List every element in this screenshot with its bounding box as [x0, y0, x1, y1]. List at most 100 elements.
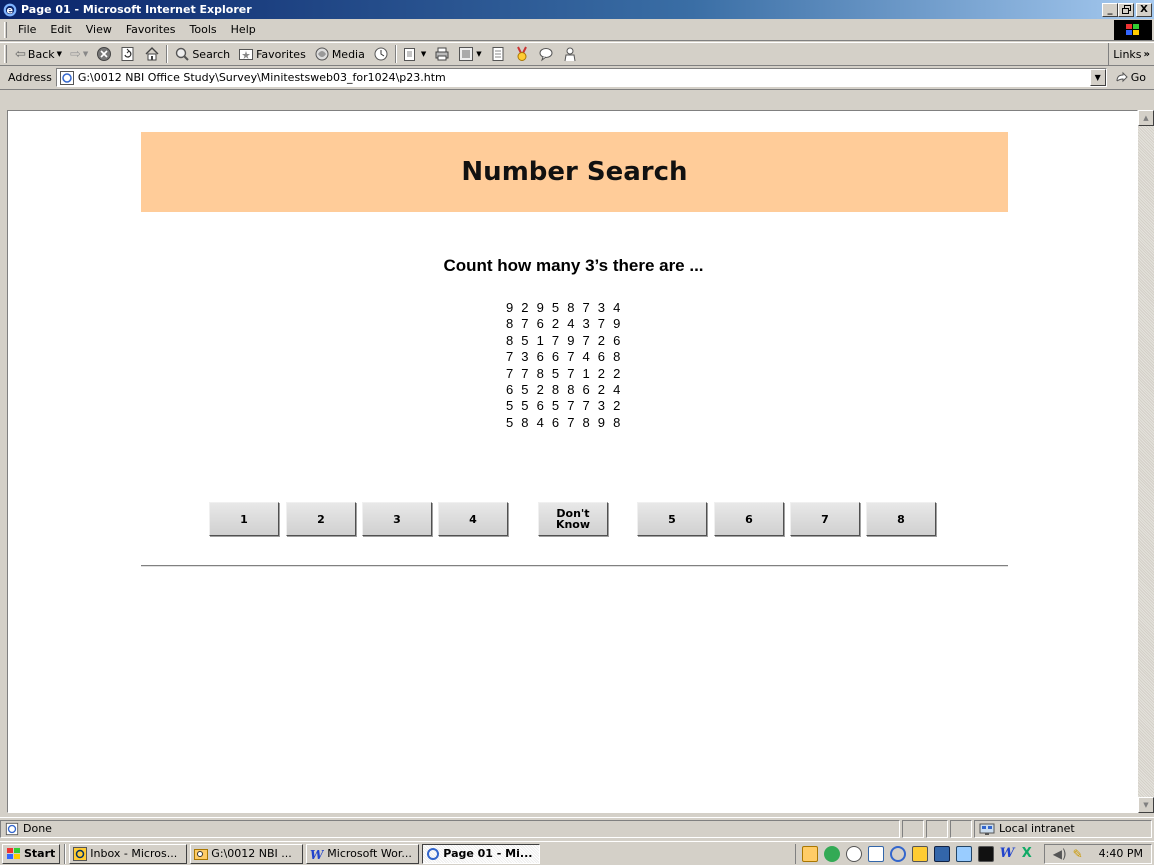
- window-title-bar[interactable]: e Page 01 - Microsoft Internet Explorer …: [0, 0, 1154, 19]
- answer-button-7[interactable]: 7: [790, 502, 860, 536]
- go-label: Go: [1130, 71, 1146, 84]
- taskbar-item-ie[interactable]: Page 01 - Mi...: [422, 843, 541, 864]
- stopwatch-icon[interactable]: [845, 845, 862, 862]
- home-button[interactable]: [140, 43, 164, 65]
- address-field[interactable]: G:\0012 NBI Office Study\Survey\Minitest…: [55, 68, 1107, 87]
- address-value: G:\0012 NBI Office Study\Survey\Minitest…: [77, 71, 446, 84]
- clock[interactable]: 4:40 PM: [1099, 847, 1143, 860]
- calculator-icon[interactable]: [933, 845, 950, 862]
- grid-digit: 6: [551, 414, 560, 430]
- answer-button-6[interactable]: 6: [714, 502, 784, 536]
- security-zone-panel[interactable]: Local intranet: [974, 819, 1152, 838]
- close-button[interactable]: X: [1136, 2, 1152, 17]
- grid-row: 85179726: [506, 333, 628, 349]
- standard-toolbar: ⇦ Back ▼ ⇨ ▼ Search Favorites Media ▼ ▼: [0, 42, 1154, 66]
- menu-view[interactable]: View: [79, 23, 119, 36]
- back-button[interactable]: ⇦ Back ▼: [11, 43, 66, 65]
- contacts-button[interactable]: [558, 43, 582, 65]
- taskbar-item-folder[interactable]: G:\0012 NBI ...: [190, 843, 304, 864]
- history-icon: [374, 47, 388, 61]
- excel-icon[interactable]: X: [1022, 846, 1038, 862]
- status-cell: [950, 819, 972, 838]
- links-label: Links: [1113, 47, 1142, 61]
- messenger-button[interactable]: [534, 43, 558, 65]
- grid-digit: 6: [613, 332, 621, 348]
- answer-button-5[interactable]: 5: [637, 502, 707, 536]
- taskbar-item-inbox[interactable]: Inbox - Micros...: [69, 843, 188, 864]
- status-text: Done: [23, 822, 52, 835]
- edit-page-icon: [459, 47, 474, 61]
- menu-edit[interactable]: Edit: [43, 23, 78, 36]
- mail-icon: [403, 48, 415, 61]
- refresh-button[interactable]: [116, 43, 140, 65]
- grid-digit: 8: [506, 316, 514, 332]
- notepad-icon[interactable]: [955, 845, 972, 862]
- task-instruction: Count how many 3’s there are ...: [443, 256, 704, 275]
- go-button[interactable]: Go: [1111, 71, 1154, 85]
- word-icon[interactable]: W: [1000, 846, 1016, 862]
- grid-digit: 3: [597, 300, 606, 315]
- search-button[interactable]: Search: [170, 43, 234, 65]
- grid-digit: 2: [597, 365, 606, 381]
- home-icon: [145, 47, 159, 61]
- favorites-button[interactable]: Favorites: [234, 43, 310, 65]
- answer-button-3[interactable]: 3: [362, 502, 432, 536]
- tray-app-icon[interactable]: ✎: [1073, 847, 1083, 861]
- media-button[interactable]: Media: [310, 43, 369, 65]
- medal-icon: [516, 46, 527, 61]
- forward-button[interactable]: ⇨ ▼: [66, 43, 92, 65]
- mail-button[interactable]: ▼: [399, 43, 430, 65]
- grid-digit: 8: [521, 414, 529, 430]
- answer-button-2[interactable]: 2: [286, 502, 356, 536]
- grid-digit: 4: [567, 316, 575, 332]
- number-grid: 9295873487624379851797267366746877857122…: [506, 300, 628, 431]
- grid-digit: 5: [506, 414, 514, 430]
- address-dropdown-button[interactable]: ▼: [1089, 69, 1106, 86]
- answer-button-don-t-know[interactable]: Don't Know: [538, 502, 608, 536]
- scroll-down-button[interactable]: ▼: [1138, 797, 1154, 813]
- discuss-button[interactable]: [486, 43, 510, 65]
- grid-digit: 4: [536, 414, 544, 430]
- menu-grip[interactable]: [4, 21, 7, 38]
- menu-file[interactable]: File: [11, 23, 43, 36]
- menu-help[interactable]: Help: [224, 23, 263, 36]
- stop-icon: [97, 47, 112, 61]
- edit-button[interactable]: ▼: [454, 43, 485, 65]
- grid-digit: 3: [521, 349, 529, 365]
- menu-tools[interactable]: Tools: [183, 23, 224, 36]
- calendar-icon[interactable]: [867, 845, 884, 862]
- internet-explorer-icon: [427, 847, 440, 860]
- menu-favorites[interactable]: Favorites: [119, 23, 183, 36]
- grid-digit: 2: [613, 365, 621, 381]
- answer-button-1[interactable]: 1: [209, 502, 279, 536]
- chevron-down-icon: ▼: [476, 50, 482, 58]
- outlook-icon[interactable]: [911, 845, 928, 862]
- page-viewport[interactable]: Number Search Count how many 3’s there a…: [7, 110, 1138, 813]
- start-label: Start: [24, 847, 56, 860]
- minimize-button[interactable]: _: [1102, 2, 1118, 17]
- stop-button[interactable]: [92, 43, 116, 65]
- grid-row: 77857122: [506, 366, 628, 382]
- links-toolbar[interactable]: Links »: [1108, 43, 1150, 65]
- history-button[interactable]: [369, 43, 393, 65]
- taskbar-item-word[interactable]: W Microsoft Wor...: [306, 843, 420, 864]
- volume-icon[interactable]: ◀): [1053, 847, 1067, 861]
- answer-button-4[interactable]: 4: [438, 502, 508, 536]
- media-icon: [315, 47, 329, 61]
- restore-button[interactable]: [1118, 2, 1134, 17]
- scroll-up-button[interactable]: ▲: [1138, 110, 1154, 126]
- print-button[interactable]: [430, 43, 454, 65]
- globe-icon[interactable]: [823, 845, 840, 862]
- answer-button-8[interactable]: 8: [866, 502, 936, 536]
- search-tool-icon[interactable]: [801, 845, 818, 862]
- vertical-scrollbar[interactable]: ▲ ▼: [1138, 110, 1154, 813]
- grid-digit: 7: [521, 365, 529, 381]
- start-button[interactable]: Start: [2, 843, 61, 864]
- search-folder-icon: [194, 848, 209, 860]
- award-button[interactable]: [510, 43, 534, 65]
- grid-digit: 8: [567, 382, 575, 398]
- document-icon: [492, 47, 504, 61]
- ie-icon[interactable]: [889, 845, 906, 862]
- command-prompt-icon[interactable]: [977, 845, 994, 862]
- toolbar-grip[interactable]: [4, 45, 7, 63]
